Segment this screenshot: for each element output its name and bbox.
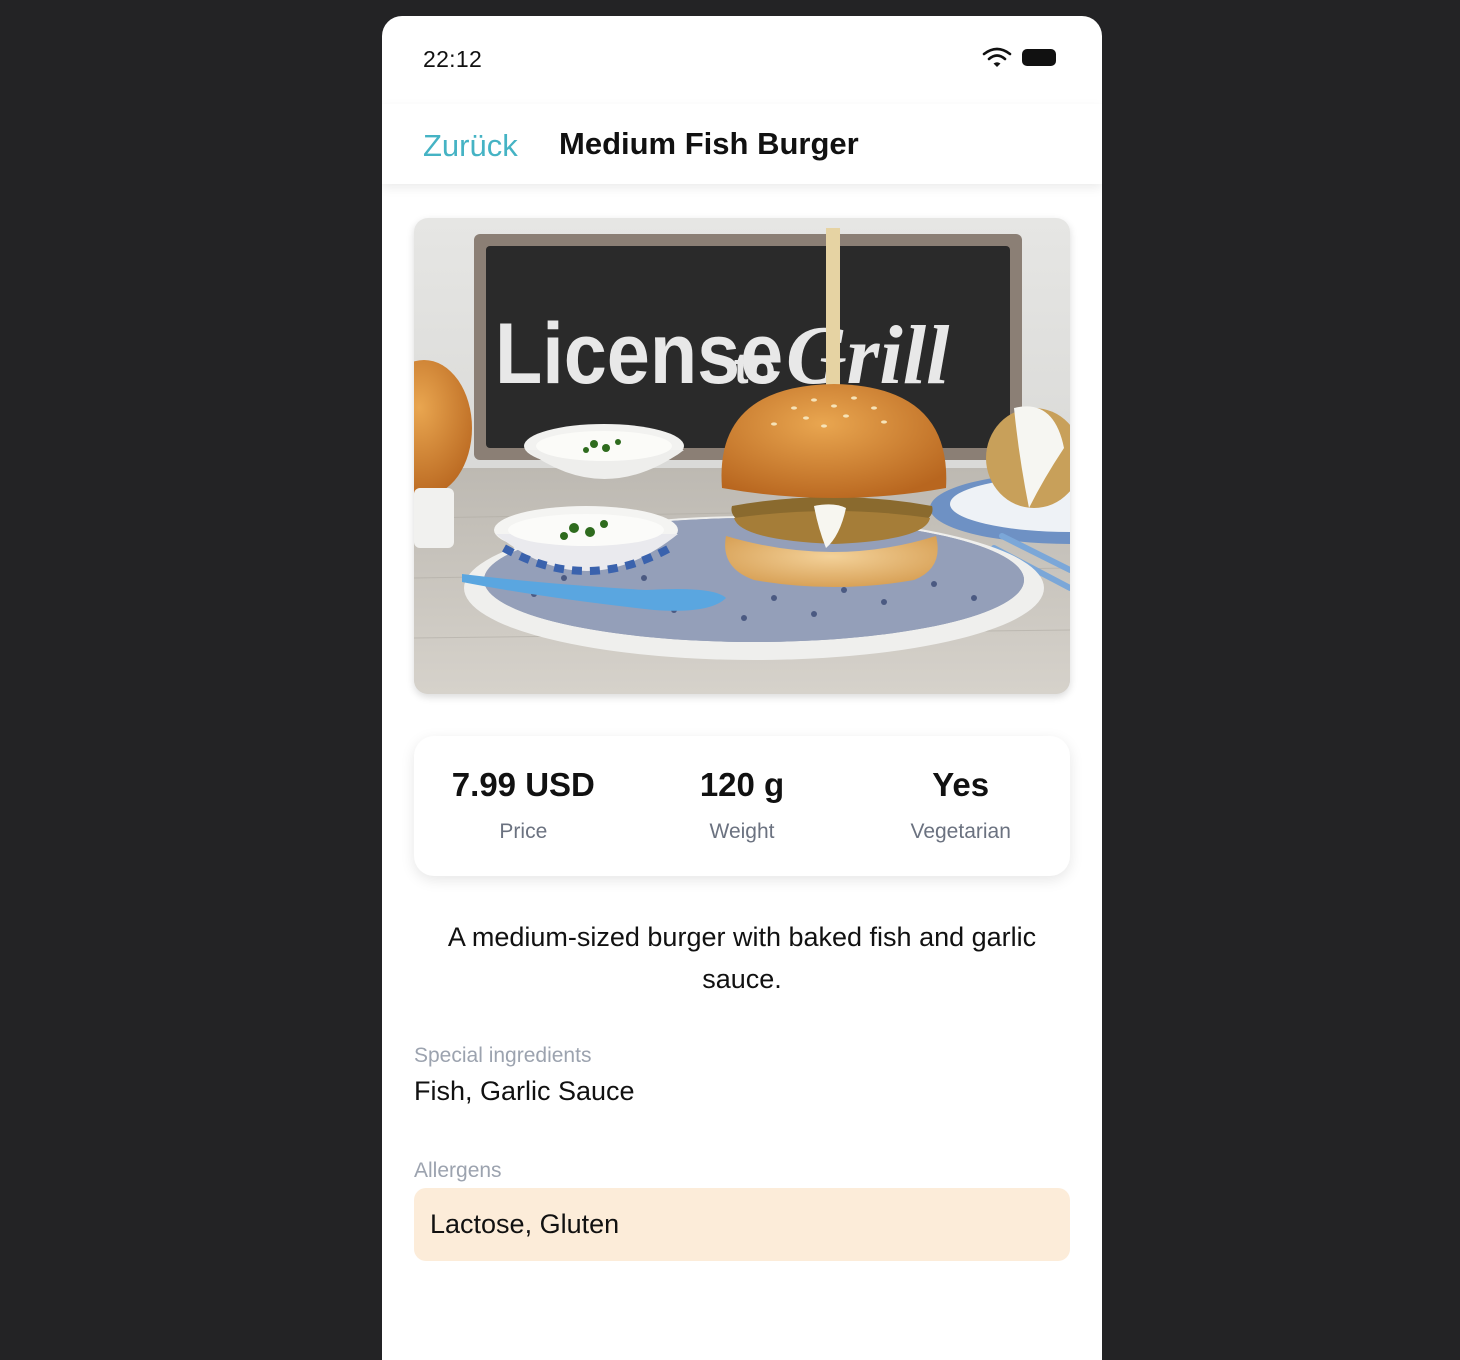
status-icons — [982, 46, 1056, 68]
allergens-box: Lactose, Gluten — [414, 1188, 1070, 1261]
wifi-icon — [982, 47, 1012, 67]
back-button[interactable]: Zurück — [423, 128, 518, 164]
stat-price: 7.99 USD Price — [414, 736, 633, 876]
battery-icon — [1022, 48, 1056, 66]
allergens-value: Lactose, Gluten — [430, 1209, 620, 1239]
description-text: A medium-sized burger with baked fish an… — [447, 922, 1037, 994]
sign-text-small: to — [734, 344, 776, 393]
status-bar: 22:12 — [382, 16, 1102, 104]
price-label: Price — [499, 820, 548, 843]
stat-vegetarian: Yes Vegetarian — [851, 736, 1070, 876]
burger-photo: License to Grill — [414, 218, 1070, 694]
vegetarian-label: Vegetarian — [910, 820, 1011, 843]
phone-screen: 22:12 Zurück Medium Fish Burger License … — [382, 16, 1102, 1360]
status-time: 22:12 — [423, 46, 483, 72]
ingredients-value: Fish, Garlic Sauce — [414, 1076, 635, 1106]
allergens-label: Allergens — [414, 1159, 502, 1182]
vegetarian-value: Yes — [932, 766, 990, 803]
weight-label: Weight — [709, 820, 775, 843]
stats-card: 7.99 USD Price 120 g Weight Yes Vegetari… — [414, 736, 1070, 876]
page-title: Medium Fish Burger — [559, 126, 859, 161]
weight-value: 120 g — [699, 766, 785, 803]
stat-weight: 120 g Weight — [633, 736, 852, 876]
ingredients-label: Special ingredients — [414, 1044, 592, 1067]
price-value: 7.99 USD — [451, 766, 595, 803]
navigation-bar: Zurück Medium Fish Burger — [382, 104, 1102, 184]
